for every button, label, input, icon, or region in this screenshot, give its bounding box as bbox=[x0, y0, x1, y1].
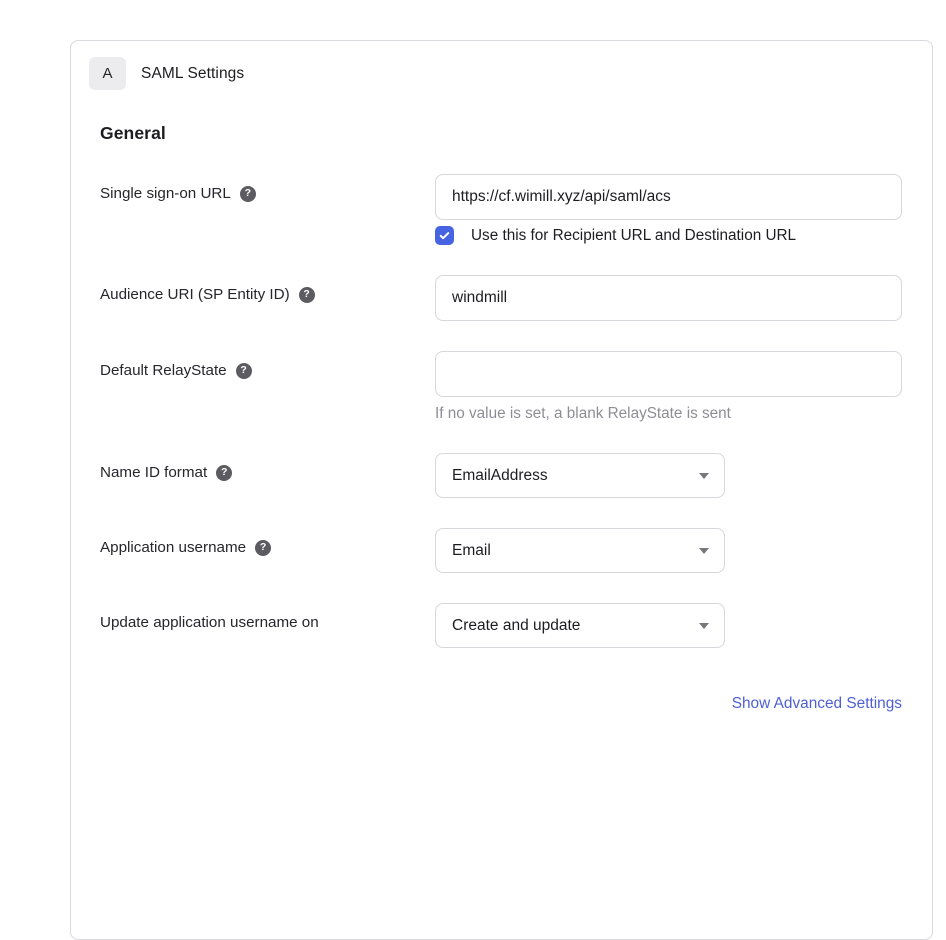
field-label: Audience URI (SP Entity ID) ? bbox=[100, 275, 435, 303]
update-application-username-on-label: Update application username on bbox=[100, 614, 319, 631]
field-label: Update application username on bbox=[100, 603, 435, 631]
chevron-down-icon bbox=[699, 548, 709, 554]
chevron-down-icon bbox=[699, 473, 709, 479]
row-single-sign-on-url: Single sign-on URL ? Use this for Recipi… bbox=[100, 174, 902, 245]
section-heading-general: General bbox=[100, 123, 902, 144]
card-header: A SAML Settings bbox=[71, 41, 932, 90]
help-icon[interactable]: ? bbox=[255, 540, 271, 556]
default-relay-state-label: Default RelayState bbox=[100, 362, 227, 379]
application-username-label: Application username bbox=[100, 539, 246, 556]
recipient-url-checkbox-row: Use this for Recipient URL and Destinati… bbox=[435, 226, 902, 245]
help-icon[interactable]: ? bbox=[216, 465, 232, 481]
help-icon[interactable]: ? bbox=[240, 186, 256, 202]
show-advanced-settings-link[interactable]: Show Advanced Settings bbox=[732, 695, 902, 712]
field-label: Name ID format ? bbox=[100, 453, 435, 481]
recipient-url-checkbox-label: Use this for Recipient URL and Destinati… bbox=[471, 227, 796, 245]
field-area: Email bbox=[435, 528, 902, 573]
update-application-username-on-select[interactable]: Create and update bbox=[435, 603, 725, 648]
field-area: Use this for Recipient URL and Destinati… bbox=[435, 174, 902, 245]
help-icon[interactable]: ? bbox=[299, 287, 315, 303]
row-audience-uri: Audience URI (SP Entity ID) ? bbox=[100, 275, 902, 321]
single-sign-on-url-input[interactable] bbox=[435, 174, 902, 220]
field-area: If no value is set, a blank RelayState i… bbox=[435, 351, 902, 423]
card-title: SAML Settings bbox=[141, 65, 244, 83]
card-body: General Single sign-on URL ? Use this fo… bbox=[71, 123, 932, 713]
name-id-format-selected-value: EmailAddress bbox=[452, 467, 548, 485]
name-id-format-label: Name ID format bbox=[100, 464, 207, 481]
audience-uri-input[interactable] bbox=[435, 275, 902, 321]
audience-uri-label: Audience URI (SP Entity ID) bbox=[100, 286, 290, 303]
help-icon[interactable]: ? bbox=[236, 363, 252, 379]
field-area: Create and update bbox=[435, 603, 902, 648]
section-badge: A bbox=[89, 57, 126, 90]
row-update-application-username-on: Update application username on Create an… bbox=[100, 603, 902, 648]
update-application-username-on-selected-value: Create and update bbox=[452, 617, 580, 635]
single-sign-on-url-label: Single sign-on URL bbox=[100, 185, 231, 202]
chevron-down-icon bbox=[699, 623, 709, 629]
field-label: Application username ? bbox=[100, 528, 435, 556]
saml-settings-card: A SAML Settings General Single sign-on U… bbox=[70, 40, 933, 940]
application-username-select[interactable]: Email bbox=[435, 528, 725, 573]
row-name-id-format: Name ID format ? EmailAddress bbox=[100, 453, 902, 498]
name-id-format-select[interactable]: EmailAddress bbox=[435, 453, 725, 498]
row-default-relay-state: Default RelayState ? If no value is set,… bbox=[100, 351, 902, 423]
field-label: Default RelayState ? bbox=[100, 351, 435, 379]
relay-state-hint: If no value is set, a blank RelayState i… bbox=[435, 405, 902, 423]
field-label: Single sign-on URL ? bbox=[100, 174, 435, 202]
default-relay-state-input[interactable] bbox=[435, 351, 902, 397]
row-application-username: Application username ? Email bbox=[100, 528, 902, 573]
field-area: EmailAddress bbox=[435, 453, 902, 498]
application-username-selected-value: Email bbox=[452, 542, 491, 560]
checkbox-checked-icon[interactable] bbox=[435, 226, 454, 245]
advanced-settings-row: Show Advanced Settings bbox=[100, 695, 902, 713]
field-area bbox=[435, 275, 902, 321]
